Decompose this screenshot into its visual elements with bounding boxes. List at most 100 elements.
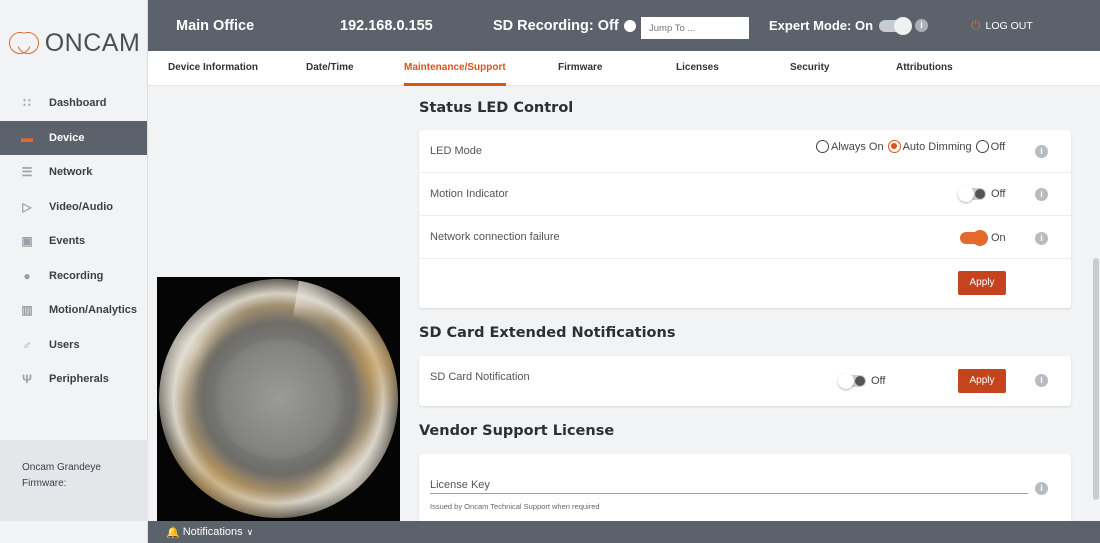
- notifications-bar[interactable]: 🔔 Notifications ∨: [148, 521, 1100, 543]
- sidebar-item-label: Network: [49, 166, 93, 179]
- sd-card-info-icon[interactable]: i: [1035, 374, 1048, 387]
- server-icon: ☰: [21, 165, 33, 180]
- license-key-label: License Key: [430, 479, 490, 491]
- sidebar-item-label: Device: [49, 131, 85, 144]
- license-key-help: Issued by Oncam Technical Support when r…: [430, 502, 600, 511]
- expert-mode: Expert Mode: On i: [769, 0, 929, 51]
- radio-button-selected[interactable]: [887, 140, 901, 153]
- firmware-label: Firmware:: [22, 478, 67, 489]
- sidebar-item-peripherals[interactable]: Ψ Peripherals: [0, 362, 147, 397]
- device-summary: Oncam Grandeye Firmware:: [0, 440, 148, 521]
- sd-card-card: SD Card Notification Off Apply i: [419, 356, 1071, 406]
- tab-security[interactable]: Security: [790, 51, 829, 86]
- expert-mode-toggle[interactable]: [879, 16, 913, 35]
- led-mode-row: LED Mode Always On Auto Dimming Off i: [419, 130, 1071, 173]
- sd-recording-label: SD Recording: Off: [493, 17, 619, 34]
- sidebar-item-network[interactable]: ☰ Network: [0, 155, 147, 190]
- license-key-info-icon[interactable]: i: [1035, 482, 1048, 495]
- sidebar-item-label: Motion/Analytics: [49, 304, 138, 317]
- oncam-logo[interactable]: ONCAM: [0, 0, 147, 86]
- tab-device-information[interactable]: Device Information: [168, 51, 258, 86]
- motion-indicator-label: Motion Indicator: [430, 188, 509, 200]
- user-icon: ♂: [22, 337, 32, 352]
- device-ip: 192.168.0.155: [340, 17, 433, 34]
- led-mode-auto-dimming[interactable]: Auto Dimming: [887, 140, 972, 153]
- sidebar-item-label: Dashboard: [49, 97, 107, 110]
- sidebar-item-label: Events: [49, 235, 86, 248]
- tab-firmware[interactable]: Firmware: [558, 51, 602, 86]
- fisheye-video-image: [159, 279, 398, 518]
- camera-icon: ▬: [21, 130, 33, 145]
- motion-indicator-row: Motion Indicator Off i: [419, 173, 1071, 216]
- motion-indicator-state: Off: [991, 188, 1006, 200]
- play-icon: ▷: [22, 199, 32, 214]
- network-failure-row: Network connection failure On i: [419, 216, 1071, 259]
- network-failure-label: Network connection failure: [430, 231, 560, 243]
- top-bar: Main Office 192.168.0.155 SD Recording: …: [148, 0, 1100, 51]
- sidebar-item-label: Recording: [49, 269, 104, 282]
- tab-licenses[interactable]: Licenses: [676, 51, 719, 86]
- radio-label: Off: [990, 140, 1006, 153]
- sidebar-item-users[interactable]: ♂ Users: [0, 328, 147, 363]
- chevron-down-icon: ∨: [246, 526, 254, 537]
- logout-button[interactable]: ⏻ LOG OUT: [971, 0, 1033, 51]
- logout-label: LOG OUT: [985, 19, 1033, 32]
- calendar-icon: ▣: [21, 234, 33, 249]
- notifications-label: Notifications: [182, 526, 243, 538]
- led-mode-label: LED Mode: [430, 145, 482, 157]
- recording-status-dot-icon: [623, 19, 636, 32]
- sidebar-item-events[interactable]: ▣ Events: [0, 224, 147, 259]
- sidebar-item-video-audio[interactable]: ▷ Video/Audio: [0, 190, 147, 225]
- radio-label: Auto Dimming: [902, 140, 972, 153]
- led-apply-button[interactable]: Apply: [958, 271, 1006, 295]
- sd-card-apply-button[interactable]: Apply: [958, 369, 1006, 393]
- expert-mode-label: Expert Mode: On: [769, 18, 874, 33]
- status-led-card: LED Mode Always On Auto Dimming Off i Mo…: [419, 130, 1071, 308]
- grid-icon: ∷: [23, 96, 31, 111]
- sd-card-notification-state: Off: [871, 375, 886, 387]
- scrollbar-thumb[interactable]: [1093, 258, 1099, 500]
- oncam-logo-mark-icon: [5, 28, 43, 58]
- sidebar-item-label: Peripherals: [49, 373, 109, 386]
- sidebar-item-motion-analytics[interactable]: ▥ Motion/Analytics: [0, 293, 147, 328]
- section-title-sd-card: SD Card Extended Notifications: [419, 325, 676, 341]
- power-icon: ⏻: [971, 18, 981, 32]
- led-mode-off[interactable]: Off: [975, 140, 1006, 153]
- chart-icon: ▥: [21, 303, 33, 318]
- radio-button[interactable]: [816, 140, 829, 153]
- scrollbar[interactable]: [1092, 86, 1100, 521]
- network-failure-info-icon[interactable]: i: [1035, 232, 1048, 245]
- led-apply-row: Apply: [419, 259, 1071, 308]
- device-model: Oncam Grandeye: [22, 462, 101, 473]
- usb-icon: Ψ: [22, 372, 32, 387]
- radio-label: Always On: [831, 140, 884, 153]
- sd-card-notification-toggle[interactable]: [838, 373, 866, 389]
- section-title-status-led: Status LED Control: [419, 100, 574, 116]
- tab-maintenance-support[interactable]: Maintenance/Support: [404, 51, 506, 86]
- jump-to-input[interactable]: [641, 17, 749, 39]
- sd-card-notification-label: SD Card Notification: [430, 371, 530, 383]
- logo-text: ONCAM: [44, 28, 141, 57]
- network-failure-toggle[interactable]: [960, 230, 988, 246]
- camera-preview: [157, 277, 400, 521]
- sidebar-item-recording[interactable]: ● Recording: [0, 259, 147, 294]
- radio-button[interactable]: [975, 140, 989, 153]
- tab-attributions[interactable]: Attributions: [896, 51, 953, 86]
- record-icon: ●: [23, 268, 31, 283]
- motion-indicator-toggle[interactable]: [958, 186, 986, 202]
- sidebar-item-label: Users: [49, 338, 80, 351]
- sidebar-item-device[interactable]: ▬ Device: [0, 120, 147, 155]
- bell-icon: 🔔: [166, 526, 180, 539]
- sidebar-item-dashboard[interactable]: ∷ Dashboard: [0, 86, 147, 121]
- section-title-vendor-license: Vendor Support License: [419, 423, 615, 439]
- led-mode-always-on[interactable]: Always On: [816, 140, 884, 153]
- tab-bar: Device Information Date/Time Maintenance…: [148, 51, 1100, 86]
- motion-indicator-info-icon[interactable]: i: [1035, 188, 1048, 201]
- license-key-input[interactable]: [430, 493, 1028, 494]
- tab-date-time[interactable]: Date/Time: [306, 51, 354, 86]
- expert-mode-info-icon[interactable]: i: [915, 19, 929, 32]
- sidebar-item-label: Video/Audio: [49, 200, 113, 213]
- vendor-license-card: License Key Issued by Oncam Technical Su…: [419, 454, 1071, 521]
- led-mode-info-icon[interactable]: i: [1035, 145, 1048, 158]
- sidebar-nav: ∷ Dashboard ▬ Device ☰ Network ▷ Video/A…: [0, 86, 147, 397]
